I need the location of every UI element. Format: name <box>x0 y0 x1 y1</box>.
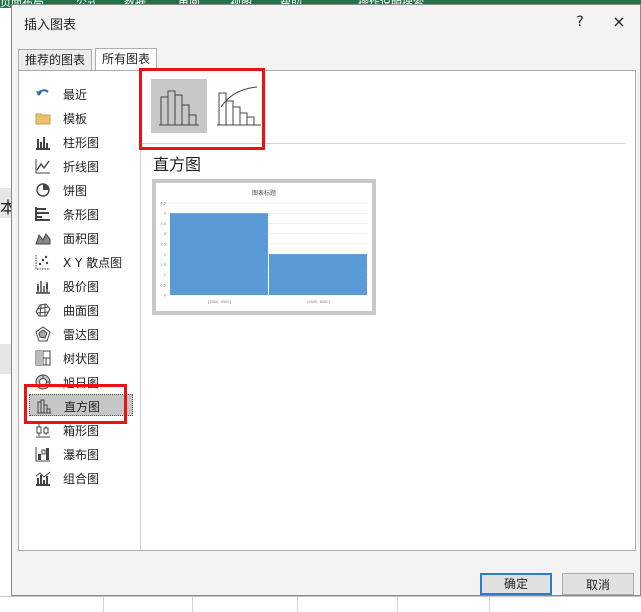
nav-label-templates: 模板 <box>63 112 88 126</box>
nav-label-radar: 雷达图 <box>63 328 100 342</box>
preview-xtick-label: [3000, 4500] <box>208 300 231 304</box>
subtype-pareto[interactable] <box>211 79 267 133</box>
worksheet-bottom-edge <box>0 596 641 612</box>
preview-ytick-label: 2.5 <box>160 242 166 246</box>
nav-label-scatter: X Y 散点图 <box>63 256 123 270</box>
stock-chart-icon <box>36 281 50 294</box>
preview-chart-title: 图表标题 <box>252 189 276 197</box>
preview-bar <box>269 254 367 295</box>
nav-item-area[interactable]: 面积图 <box>29 227 133 249</box>
surface-chart-icon <box>35 303 51 317</box>
nav-item-surface[interactable]: 曲面图 <box>29 299 133 321</box>
dialog-title: 插入图表 <box>24 18 77 33</box>
pareto-icon <box>217 86 261 126</box>
nav-item-radar[interactable]: 雷达图 <box>29 323 133 345</box>
nav-label-combo: 组合图 <box>63 472 100 486</box>
preview-bar <box>170 213 268 295</box>
help-button[interactable]: ? <box>570 11 590 33</box>
histogram-chart-icon <box>37 399 51 414</box>
preview-ytick-label: 0 <box>164 294 166 298</box>
nav-item-templates[interactable]: 模板 <box>29 107 133 129</box>
nav-item-stock[interactable]: 股价图 <box>29 275 133 297</box>
preview-ytick-label: 4 <box>164 212 167 216</box>
nav-label-surface: 曲面图 <box>63 304 100 318</box>
subtype-histogram[interactable] <box>151 79 207 133</box>
preview-ytick-label: 4.5 <box>160 202 166 206</box>
tab-all-charts[interactable]: 所有图表 <box>95 48 158 71</box>
dialog-titlebar: 插入图表 ? × <box>12 5 640 39</box>
chart-preview-svg: 图表标题 4.5 4 3.5 3 2.5 2 1.5 1 0.5 0 [3000, 4500] (450… <box>160 189 368 304</box>
insert-chart-dialog: 插入图表 ? × 推荐的图表 所有图表 最近 模板 柱形图 折线图 饼图 条形图… <box>11 4 641 596</box>
nav-label-bar: 条形图 <box>63 208 100 222</box>
bar-chart-icon <box>35 207 50 221</box>
sunburst-chart-icon <box>35 374 51 390</box>
nav-label-recent: 最近 <box>63 88 88 102</box>
chart-subtype-area: 直方图 图表标题 4.5 4 3.5 3 2.5 2 1.5 1 0.5 0 [3000, 4500]… <box>141 71 635 550</box>
nav-label-pie: 饼图 <box>63 184 88 198</box>
nav-label-line: 折线图 <box>63 160 100 174</box>
chart-type-nav: 最近 模板 柱形图 折线图 饼图 条形图 面积图 X Y 散点图 股价图 曲面图… <box>19 71 141 550</box>
nav-item-recent[interactable]: 最近 <box>29 83 133 105</box>
waterfall-chart-icon <box>35 447 50 462</box>
nav-item-line[interactable]: 折线图 <box>29 155 133 177</box>
nav-label-area: 面积图 <box>63 232 100 246</box>
box-whisker-chart-icon <box>36 424 50 438</box>
nav-item-waterfall[interactable]: 瀑布图 <box>29 443 133 465</box>
nav-item-histogram[interactable]: 直方图 <box>29 394 133 416</box>
nav-item-sunburst[interactable]: 旭日图 <box>29 371 133 393</box>
combo-chart-icon <box>35 471 51 486</box>
scatter-chart-icon <box>35 255 50 270</box>
nav-label-histogram: 直方图 <box>64 400 101 414</box>
nav-label-column: 柱形图 <box>63 136 100 150</box>
nav-item-column[interactable]: 柱形图 <box>29 131 133 153</box>
treemap-chart-icon <box>35 350 51 366</box>
nav-label-stock: 股价图 <box>63 280 100 294</box>
cancel-button[interactable]: 取消 <box>562 573 634 595</box>
area-chart-icon <box>35 233 51 245</box>
nav-label-box-whisker: 箱形图 <box>63 424 100 438</box>
preview-ytick-label: 3.5 <box>160 222 166 226</box>
tab-recommended-charts[interactable]: 推荐的图表 <box>18 49 93 70</box>
histogram-icon <box>159 90 199 126</box>
chart-type-title: 直方图 <box>153 155 202 174</box>
nav-item-combo[interactable]: 组合图 <box>29 467 133 489</box>
nav-label-sunburst: 旭日图 <box>63 376 100 390</box>
nav-item-pie[interactable]: 饼图 <box>29 179 133 201</box>
preview-ytick-label: 1 <box>164 273 166 277</box>
chart-preview[interactable]: 图表标题 4.5 4 3.5 3 2.5 2 1.5 1 0.5 0 [3000, 4500] (450… <box>152 179 376 315</box>
preview-ytick-label: 3 <box>164 232 166 236</box>
pie-chart-icon <box>36 183 50 197</box>
nav-label-waterfall: 瀑布图 <box>63 448 100 462</box>
radar-chart-icon <box>35 326 51 342</box>
line-chart-icon <box>35 159 50 174</box>
undo-arrow-icon <box>36 89 49 96</box>
nav-label-treemap: 树状图 <box>63 352 100 366</box>
nav-item-scatter[interactable]: X Y 散点图 <box>29 251 133 273</box>
ok-button[interactable]: 确定 <box>480 573 552 595</box>
close-button[interactable]: × <box>608 11 630 33</box>
nav-item-bar[interactable]: 条形图 <box>29 203 133 225</box>
all-charts-panel: 最近 模板 柱形图 折线图 饼图 条形图 面积图 X Y 散点图 股价图 曲面图… <box>18 70 636 551</box>
preview-ytick-label: 0.5 <box>160 283 166 287</box>
nav-item-treemap[interactable]: 树状图 <box>29 347 133 369</box>
nav-item-box-whisker[interactable]: 箱形图 <box>29 419 133 441</box>
preview-ytick-label: 2 <box>164 253 166 257</box>
column-chart-icon <box>36 137 50 150</box>
subtype-separator <box>141 143 625 144</box>
preview-ytick-label: 1.5 <box>160 263 166 267</box>
folder-icon <box>35 113 51 125</box>
preview-xtick-label: (4500, 6000] <box>307 300 330 304</box>
